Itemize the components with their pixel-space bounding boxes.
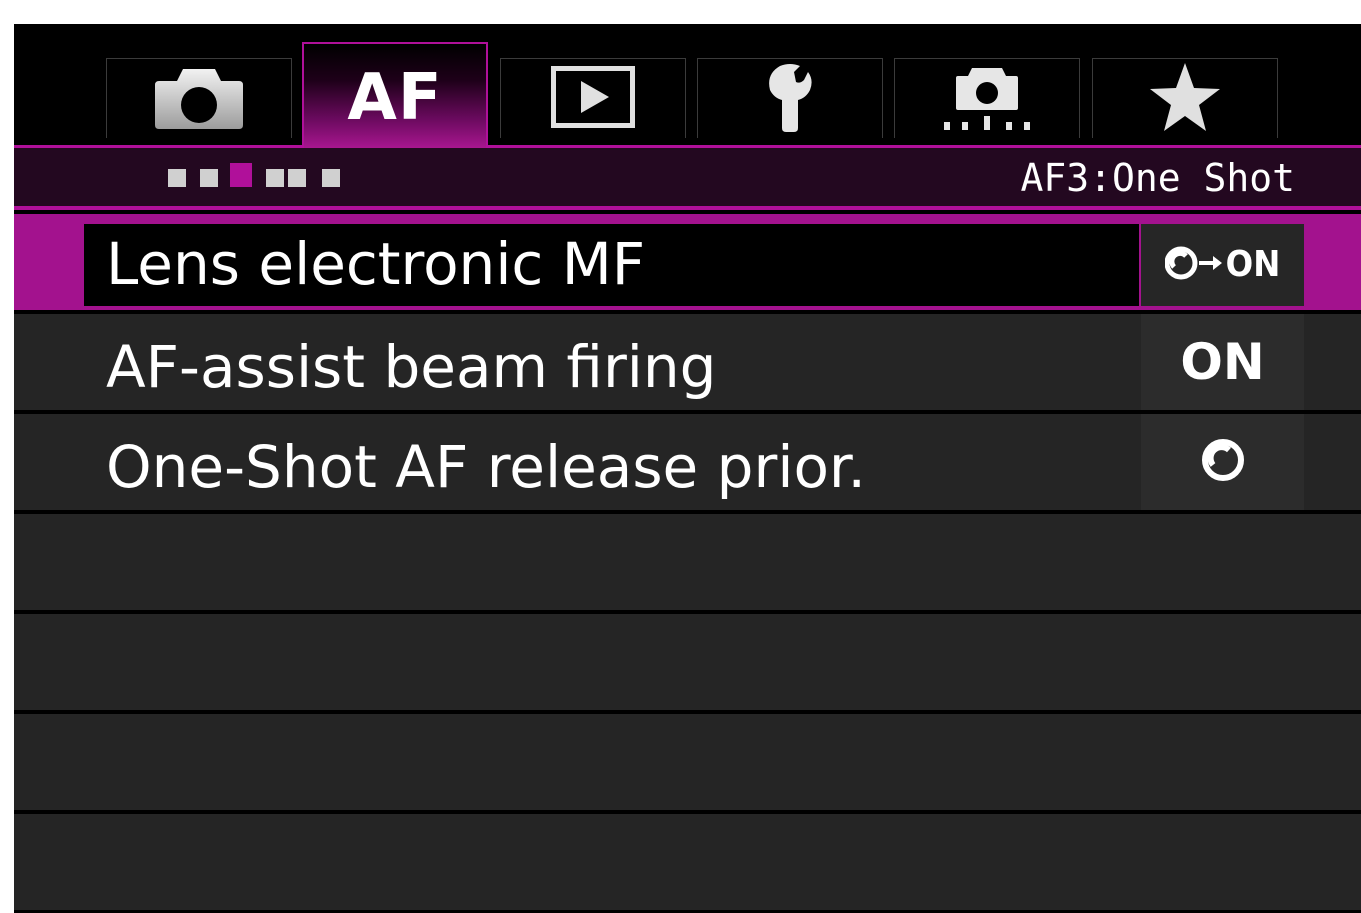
tab-af-label: AF <box>347 61 443 135</box>
page-indicator-dot <box>322 169 340 187</box>
tab-af[interactable]: AF <box>302 42 488 148</box>
menu-item-one-shot-af-release-prior[interactable]: One-Shot AF release prior. <box>14 414 1361 510</box>
sub-header: AF3:One Shot <box>14 148 1361 206</box>
empty-menu-row <box>14 514 1361 610</box>
menu-item-value: ON <box>1141 224 1304 306</box>
page-indicator-dot <box>200 169 218 187</box>
page-indicator-dot-current <box>230 163 252 187</box>
menu-item-value <box>1141 414 1304 510</box>
wrench-icon <box>764 62 816 136</box>
page-title: AF3:One Shot <box>1020 156 1295 200</box>
empty-menu-row <box>14 814 1361 910</box>
menu-item-lens-electronic-mf[interactable]: Lens electronic MF ON <box>14 214 1361 310</box>
camera-icon <box>155 65 243 133</box>
tab-shooting[interactable] <box>106 58 292 138</box>
menu-item-label-box: Lens electronic MF <box>84 224 1139 306</box>
empty-menu-row <box>14 714 1361 810</box>
page-indicator-dot <box>288 169 306 187</box>
menu-item-label-box: One-Shot AF release prior. <box>14 414 1139 510</box>
menu-item-value-text: ON <box>1225 244 1281 285</box>
tab-bar: AF <box>14 24 1361 148</box>
menu-item-label: One-Shot AF release prior. <box>106 433 866 501</box>
custom-functions-icon <box>942 64 1032 134</box>
menu-item-value-text: ON <box>1180 333 1265 391</box>
menu-item-af-assist-beam-firing[interactable]: AF-assist beam firing ON <box>14 314 1361 410</box>
focus-arrow-icon <box>1164 245 1223 285</box>
menu-item-label: Lens electronic MF <box>106 230 646 298</box>
page-indicator-dot <box>266 169 284 187</box>
page-indicator-dot <box>168 169 186 187</box>
playback-icon <box>551 65 635 132</box>
camera-menu-screen: AF AF3:One Shot Lens electronic MF ON AF… <box>14 24 1361 913</box>
tab-setup[interactable] <box>697 58 883 138</box>
tab-my-menu[interactable] <box>1092 58 1278 138</box>
tab-custom-functions[interactable] <box>894 58 1080 138</box>
menu-list: Lens electronic MF ON AF-assist beam fir… <box>14 210 1361 913</box>
menu-item-label: AF-assist beam firing <box>106 333 717 401</box>
focus-priority-icon <box>1200 437 1246 487</box>
empty-menu-row <box>14 614 1361 710</box>
menu-item-value: ON <box>1141 314 1304 410</box>
tab-playback[interactable] <box>500 58 686 138</box>
menu-item-label-box: AF-assist beam firing <box>14 314 1139 410</box>
star-icon <box>1148 61 1222 137</box>
